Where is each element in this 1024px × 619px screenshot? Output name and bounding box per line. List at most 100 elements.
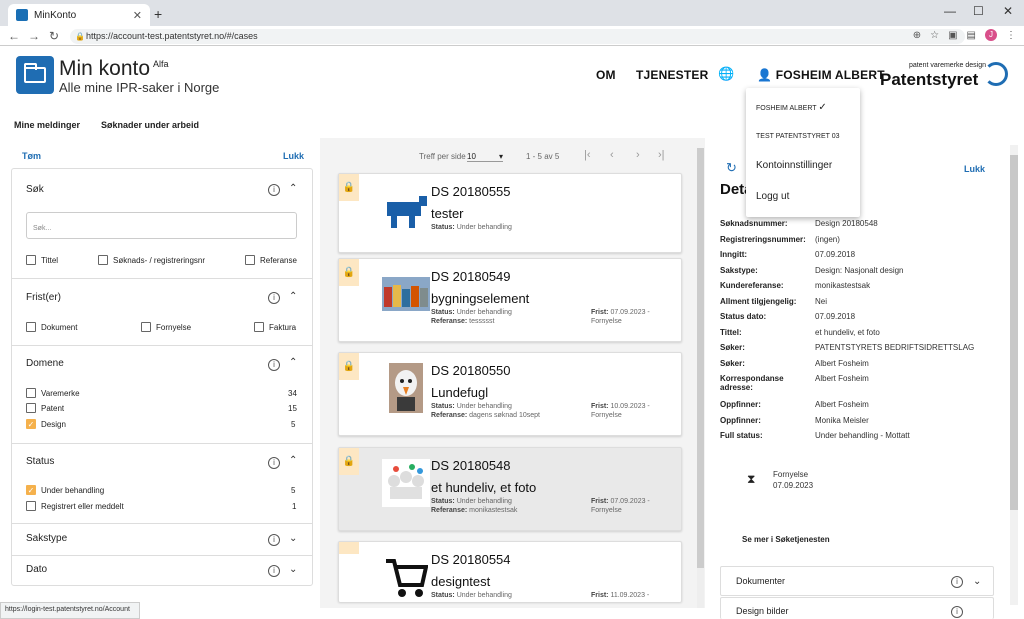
divider	[12, 345, 312, 346]
minimize-icon[interactable]: —	[944, 4, 956, 18]
detail-key: Kundereferanse:	[720, 281, 784, 290]
divider	[12, 555, 312, 556]
extension-icon[interactable]: ▣	[948, 30, 957, 41]
account-option-test[interactable]: TEST PATENTSTYRET 03	[756, 133, 840, 140]
chevron-up-icon[interactable]: ⌃	[289, 455, 297, 466]
nav-mine-meldinger[interactable]: Mine meldinger	[14, 120, 80, 130]
checkbox-varemerke[interactable]	[26, 388, 36, 398]
label-referanse: Referanse	[260, 256, 297, 265]
detail-value: Under behandling - Mottatt	[815, 431, 910, 440]
close-detail-link[interactable]: Lukk	[964, 164, 985, 174]
checkbox-registrert[interactable]	[26, 501, 36, 511]
forward-icon[interactable]: →	[28, 29, 40, 43]
last-page-icon[interactable]: ›|	[658, 149, 665, 161]
detail-key: Full status:	[720, 431, 763, 440]
cart-icon	[382, 552, 430, 602]
info-icon[interactable]: i	[268, 534, 280, 546]
profile-avatar[interactable]: J	[985, 29, 997, 41]
detail-key: Søknadsnummer:	[720, 219, 788, 228]
label-tittel: Tittel	[41, 256, 59, 265]
browser-status-url: https://login-test.patentstyret.no/Accou…	[0, 602, 140, 619]
extension2-icon[interactable]: ▤	[967, 30, 976, 41]
lock-badge	[339, 542, 359, 554]
checkbox-soknadsnr[interactable]	[98, 255, 108, 265]
chevron-up-icon[interactable]: ⌃	[289, 357, 297, 368]
refresh-icon[interactable]: ↻	[726, 160, 737, 176]
chevron-up-icon[interactable]: ⌃	[289, 183, 297, 194]
info-icon[interactable]: i	[268, 359, 280, 371]
accordion-design-bilder[interactable]: Design bilder i	[720, 597, 994, 619]
accordion-dokumenter[interactable]: Dokumenter i ⌄	[720, 566, 994, 596]
patentstyret-logo[interactable]: patent varemerke design Patentstyret	[880, 62, 1010, 92]
detail-key: Allment tilgjengelig:	[720, 296, 797, 306]
accordion-label: Dokumenter	[736, 576, 786, 586]
account-settings-item[interactable]: Kontoinnstillinger	[756, 160, 832, 171]
info-icon[interactable]: i	[268, 184, 280, 196]
globe-icon[interactable]: 🌐	[718, 66, 734, 82]
reload-icon[interactable]: ↻	[48, 29, 60, 43]
label-under-behandling: Under behandling	[41, 486, 105, 495]
case-card[interactable]: DS 20180554 designtest Status: Under beh…	[338, 541, 682, 602]
checkbox-faktura[interactable]	[254, 322, 264, 332]
checkbox-under-behandling[interactable]: ✓	[26, 485, 36, 495]
lock-icon: 🔒	[339, 174, 359, 201]
count-registrert: 1	[292, 502, 297, 511]
case-card[interactable]: 🔒 DS 20180550 Lundefugl Status: Under be…	[338, 352, 682, 436]
close-tab-icon[interactable]: ✕	[133, 9, 142, 22]
case-thumbnail	[382, 269, 430, 319]
accordion-label: Design bilder	[736, 606, 789, 616]
new-tab-icon[interactable]: +	[154, 6, 162, 22]
checkbox-patent[interactable]	[26, 403, 36, 413]
filter-dato-title[interactable]: Dato	[26, 564, 47, 575]
chevron-up-icon[interactable]: ⌃	[289, 291, 297, 302]
prev-page-icon[interactable]: ‹	[610, 149, 614, 161]
checkbox-dokument[interactable]	[26, 322, 36, 332]
info-icon[interactable]: i	[268, 292, 280, 304]
checkbox-tittel[interactable]	[26, 255, 36, 265]
detail-value: Nei	[815, 296, 828, 306]
favicon-icon	[16, 9, 28, 21]
search-input[interactable]: Søk...	[26, 212, 297, 239]
window-close-icon[interactable]: ✕	[1003, 4, 1013, 18]
label-soknadsnr: Søknads- / registreringsnr	[113, 256, 206, 265]
account-option-fosheim[interactable]: FOSHEIM ALBERT ✓	[756, 102, 827, 113]
chevron-down-icon[interactable]: ⌄	[289, 564, 297, 575]
maximize-icon[interactable]: ☐	[973, 4, 984, 18]
user-icon: 👤	[757, 68, 773, 82]
clear-filters-link[interactable]: Tøm	[22, 151, 41, 161]
case-id: DS 20180554	[431, 552, 511, 567]
user-menu[interactable]: 👤 FOSHEIM ALBERT	[757, 68, 885, 82]
detail-scrollbar[interactable]	[1010, 145, 1018, 605]
case-list-scrollbar[interactable]	[697, 148, 704, 608]
next-page-icon[interactable]: ›	[636, 149, 640, 161]
case-card[interactable]: 🔒 DS 20180549 bygningselement Status: Un…	[338, 258, 682, 342]
filter-sakstype-title[interactable]: Sakstype	[26, 533, 67, 544]
count-under-behandling: 5	[291, 486, 296, 495]
zoom-icon[interactable]: ⊕	[913, 30, 921, 41]
menu-dots-icon[interactable]: ⋮	[1006, 30, 1016, 41]
checkbox-fornyelse[interactable]	[141, 322, 151, 332]
browser-tab[interactable]: MinKonto ✕	[8, 4, 150, 26]
nav-om[interactable]: OM	[596, 68, 616, 82]
star-icon[interactable]: ☆	[930, 30, 939, 41]
case-card[interactable]: 🔒 DS 20180555 tester Status: Under behan…	[338, 173, 682, 253]
checkbox-design[interactable]: ✓	[26, 419, 36, 429]
sok-link[interactable]: Se mer i Søketjenesten	[742, 535, 830, 544]
info-icon[interactable]: i	[268, 457, 280, 469]
per-page-select[interactable]: 10 ▾	[467, 152, 503, 162]
checkbox-referanse[interactable]	[245, 255, 255, 265]
back-icon[interactable]: ←	[8, 29, 20, 43]
folder-icon[interactable]	[16, 56, 54, 94]
logout-item[interactable]: Logg ut	[756, 191, 789, 202]
first-page-icon[interactable]: |‹	[584, 149, 591, 161]
nav-soknader-under-arbeid[interactable]: Søknader under arbeid	[101, 120, 199, 130]
info-icon[interactable]: i	[268, 565, 280, 577]
chevron-down-icon[interactable]: ⌄	[289, 533, 297, 544]
detail-key: Status dato:	[720, 312, 767, 321]
nav-tjenester[interactable]: TJENESTER	[636, 68, 708, 82]
user-dropdown: FOSHEIM ALBERT ✓ TEST PATENTSTYRET 03 Ko…	[746, 88, 860, 217]
url-input[interactable]: 🔒 https://account-test.patentstyret.no/#…	[70, 29, 965, 44]
label-patent: Patent	[41, 404, 65, 413]
close-filters-link[interactable]: Lukk	[283, 151, 304, 161]
case-card-selected[interactable]: 🔒 DS 20180548 et hundeliv, et foto Statu…	[338, 447, 682, 531]
